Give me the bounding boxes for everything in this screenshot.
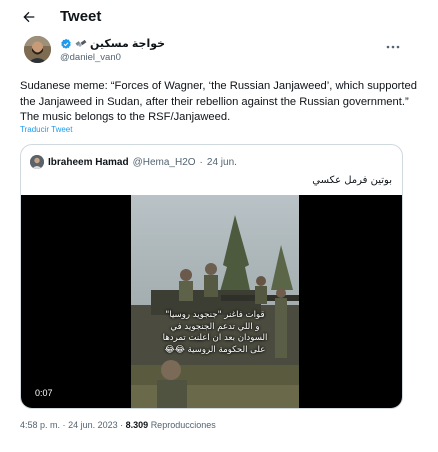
arrow-left-icon [23, 11, 35, 23]
video-frame: قوات فاغنر "جنجويد روسيا" و اللي تدعم ال… [131, 195, 299, 408]
back-button[interactable] [18, 6, 40, 28]
author-row: خواجة مسكين @daniel_van0 [0, 34, 438, 68]
author-handle[interactable]: @daniel_van0 [60, 52, 121, 63]
video-timestamp: 0:07 [35, 388, 53, 398]
quoted-tweet-text: بوتين فرمل عكسي [312, 175, 392, 186]
quoted-tweet-card[interactable]: Ibraheem Hamad @Hema_H2O · 24 jun. بوتين… [20, 144, 403, 409]
verified-badge-icon [60, 38, 72, 50]
more-horizontal-icon [386, 45, 400, 49]
caption-line: قوات فاغنر "جنجويد روسيا" [165, 310, 265, 320]
translate-tweet-link[interactable]: Traducir Tweet [20, 125, 72, 134]
quoted-author-avatar [30, 155, 44, 169]
quoted-tweet-header: Ibraheem Hamad @Hema_H2O · 24 jun. [30, 155, 237, 169]
quoted-author-name: Ibraheem Hamad [48, 156, 129, 168]
caption-line: و اللي تدعم الجنجويد في [170, 321, 260, 332]
tweet-text: Sudanese meme: “Forces of Wagner, ‘the R… [20, 80, 417, 123]
meta-separator: · [62, 420, 66, 430]
author-name[interactable]: خواجة مسكين [90, 37, 165, 50]
tweet-meta: 4:58 p. m. · 24 jun. 2023 · 8.309 Reprod… [20, 420, 216, 430]
tweet-header: Tweet [0, 0, 438, 34]
page-title: Tweet [60, 8, 102, 25]
satellite-emoji-icon [75, 38, 87, 50]
video-player[interactable]: قوات فاغنر "جنجويد روسيا" و اللي تدعم ال… [21, 195, 402, 408]
view-count: 8.309 [125, 420, 149, 430]
tweet-time[interactable]: 4:58 p. m. [20, 420, 60, 430]
more-button[interactable] [384, 40, 402, 54]
author-avatar[interactable] [24, 36, 51, 63]
quoted-date: 24 jun. [206, 156, 237, 168]
quoted-author-handle: @Hema_H2O [132, 156, 196, 168]
view-label: Reproducciones [150, 420, 216, 430]
quoted-separator: · [199, 156, 203, 168]
meta-separator: · [120, 420, 124, 430]
caption-line: على الحكومة الروسية 😂😂 [164, 344, 266, 355]
tweet-date[interactable]: 24 jun. 2023 [68, 420, 118, 430]
caption-line: السودان بعد ان اعلنت تمردها [162, 333, 268, 343]
video-caption: قوات فاغنر "جنجويد روسيا" و اللي تدعم ال… [131, 310, 299, 356]
